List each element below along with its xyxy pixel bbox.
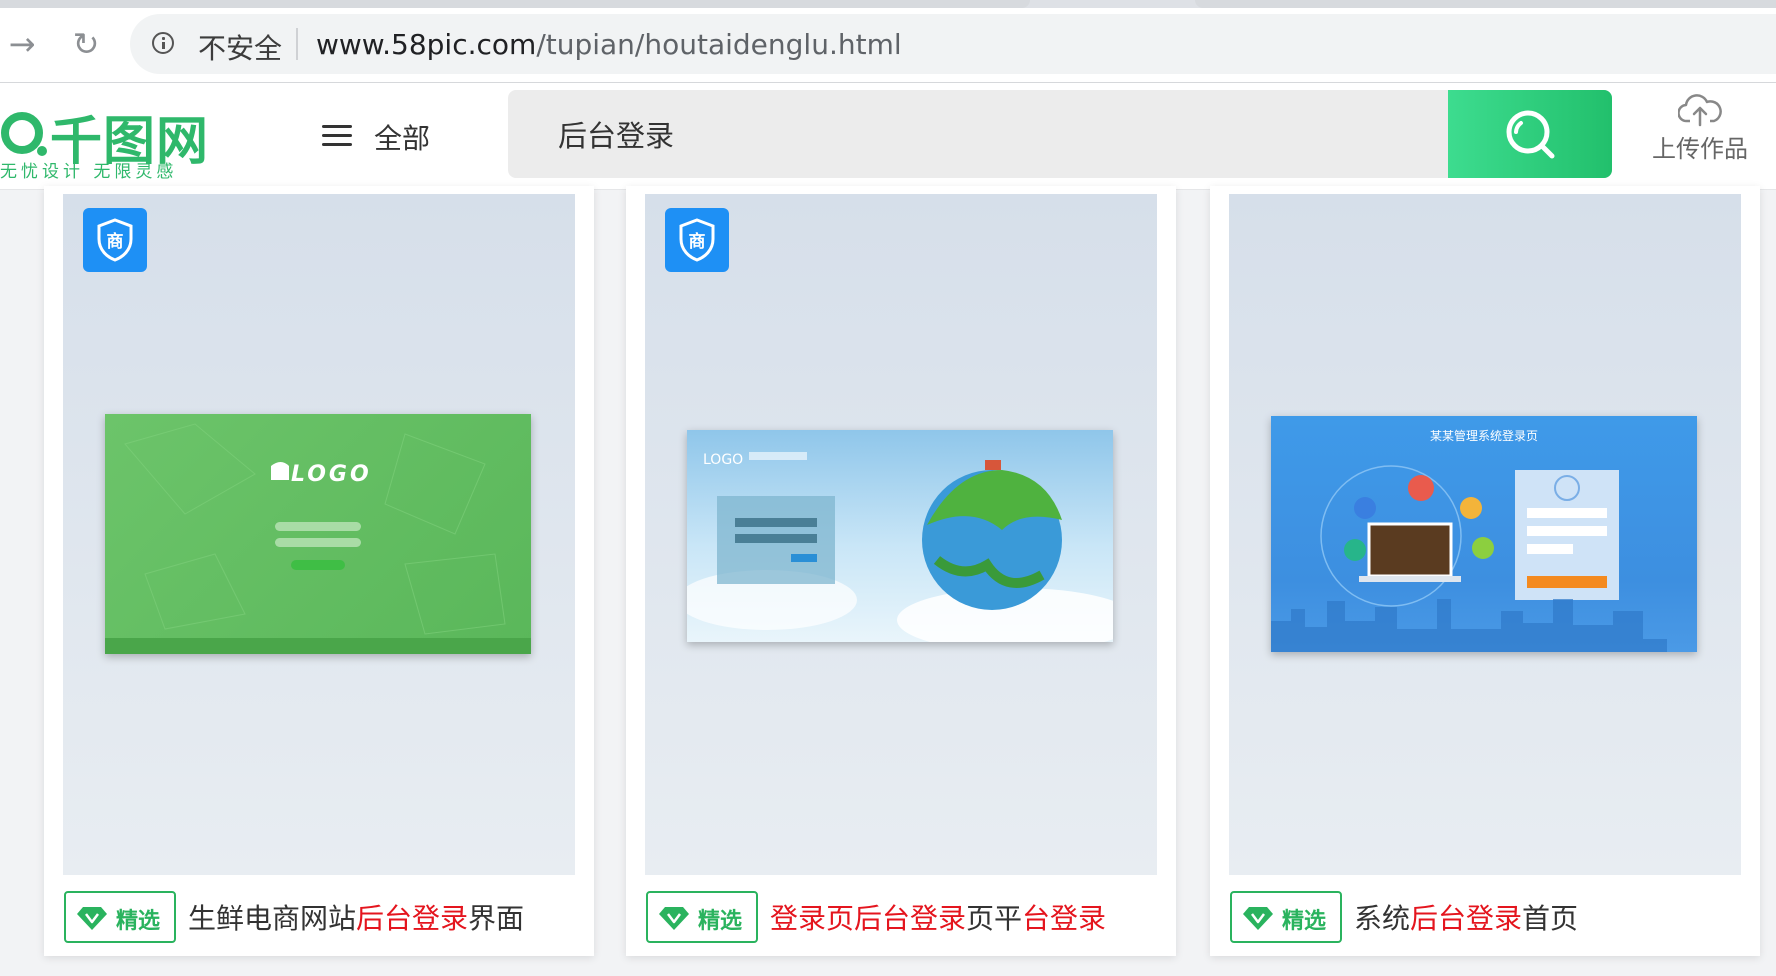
browser-tab[interactable] <box>1195 0 1776 8</box>
title-part: 界面 <box>468 902 525 935</box>
title-highlight: 台登录 <box>1022 902 1107 935</box>
browser-tab[interactable] <box>0 0 1030 8</box>
upload-button[interactable]: 上传作品 <box>1640 93 1760 173</box>
thumbnail-green-login: LOGO <box>105 414 531 654</box>
commercial-badge: 商 <box>83 208 147 272</box>
search-input[interactable] <box>508 90 1448 178</box>
logo-q-icon <box>1 112 47 156</box>
url-host: www.58pic.com <box>316 28 537 61</box>
info-icon[interactable] <box>152 32 174 54</box>
diamond-icon <box>1243 907 1273 930</box>
search-button[interactable] <box>1448 90 1612 178</box>
commercial-badge: 商 <box>665 208 729 272</box>
title-highlight: 登录页 <box>770 902 855 935</box>
shield-shang-icon: 商 <box>679 218 715 262</box>
security-label[interactable]: 不安全 <box>198 27 282 67</box>
title-part: 首页 <box>1522 902 1579 935</box>
title-highlight: 后台登录 <box>1410 902 1523 935</box>
shang-text: 商 <box>689 231 706 252</box>
featured-tag: 精选 <box>1230 891 1342 943</box>
search-icon <box>1506 110 1555 159</box>
card-image[interactable]: 商 LOGO <box>645 194 1157 875</box>
thumb-logo-text: LOGO <box>291 462 372 487</box>
hamburger-icon <box>322 125 352 147</box>
thumb-title-text: 某某管理系统登录页 <box>1430 428 1538 443</box>
url-path: /tupian/houtaidenglu.html <box>536 28 902 61</box>
title-part: 系统 <box>1354 902 1411 935</box>
thumb-logo-text: LOGO <box>703 452 743 468</box>
card-title[interactable]: 系统后台登录首页 <box>1354 897 1578 937</box>
diamond-icon <box>77 907 107 930</box>
url-text[interactable]: www.58pic.com/tupian/houtaidenglu.html <box>316 28 902 61</box>
card-image[interactable]: 商 LOGO <box>63 194 575 875</box>
logo-slogan: 无忧设计 无限灵感 <box>0 162 178 182</box>
card-title[interactable]: 生鲜电商网站后台登录界面 <box>188 897 524 937</box>
featured-tag: 精选 <box>64 891 176 943</box>
card-title[interactable]: 登录页后台登录页平台登录 <box>770 897 1106 937</box>
thumbnail-globe-login: LOGO <box>687 430 1113 642</box>
diamond-icon <box>659 907 689 930</box>
browser-toolbar: → ↻ 不安全 www.58pic.com/tupian/houtaidengl… <box>0 8 1776 83</box>
title-part: 生鲜电商网站 <box>188 902 357 935</box>
site-header: 千图网 无忧设计 无限灵感 全部 上传作品 <box>0 83 1776 190</box>
forward-arrow-icon[interactable]: → <box>2 24 42 64</box>
thumbnail-blue-login: 某某管理系统登录页 <box>1271 416 1697 652</box>
site-logo[interactable]: 千图网 无忧设计 无限灵感 <box>0 97 220 182</box>
all-categories-label: 全部 <box>374 122 431 155</box>
title-highlight: 后台登录 <box>356 902 469 935</box>
omnibox-divider <box>296 28 298 60</box>
card-image[interactable]: 某某管理系统登录页 <box>1229 194 1741 875</box>
featured-tag-label: 精选 <box>116 909 161 934</box>
upload-label: 上传作品 <box>1652 135 1748 163</box>
search-bar <box>508 90 1612 178</box>
cloud-upload-icon <box>1678 94 1722 127</box>
address-bar[interactable]: 不安全 www.58pic.com/tupian/houtaidenglu.ht… <box>130 14 1776 74</box>
result-card[interactable]: 某某管理系统登录页 精选 系统后台登录首页 <box>1210 186 1760 956</box>
shang-text: 商 <box>107 231 124 252</box>
featured-tag: 精选 <box>646 891 758 943</box>
result-card[interactable]: 商 LOGO 精选 登录页后台登录页平台登录 <box>626 186 1176 956</box>
title-part: 页平 <box>966 902 1023 935</box>
title-highlight: 后台登录 <box>854 902 967 935</box>
shield-shang-icon: 商 <box>97 218 133 262</box>
featured-tag-label: 精选 <box>698 909 743 934</box>
result-card[interactable]: 商 LOGO 精选 生鲜电商网站后台登录界面 <box>44 186 594 956</box>
reload-icon[interactable]: ↻ <box>66 24 106 64</box>
featured-tag-label: 精选 <box>1282 909 1327 934</box>
